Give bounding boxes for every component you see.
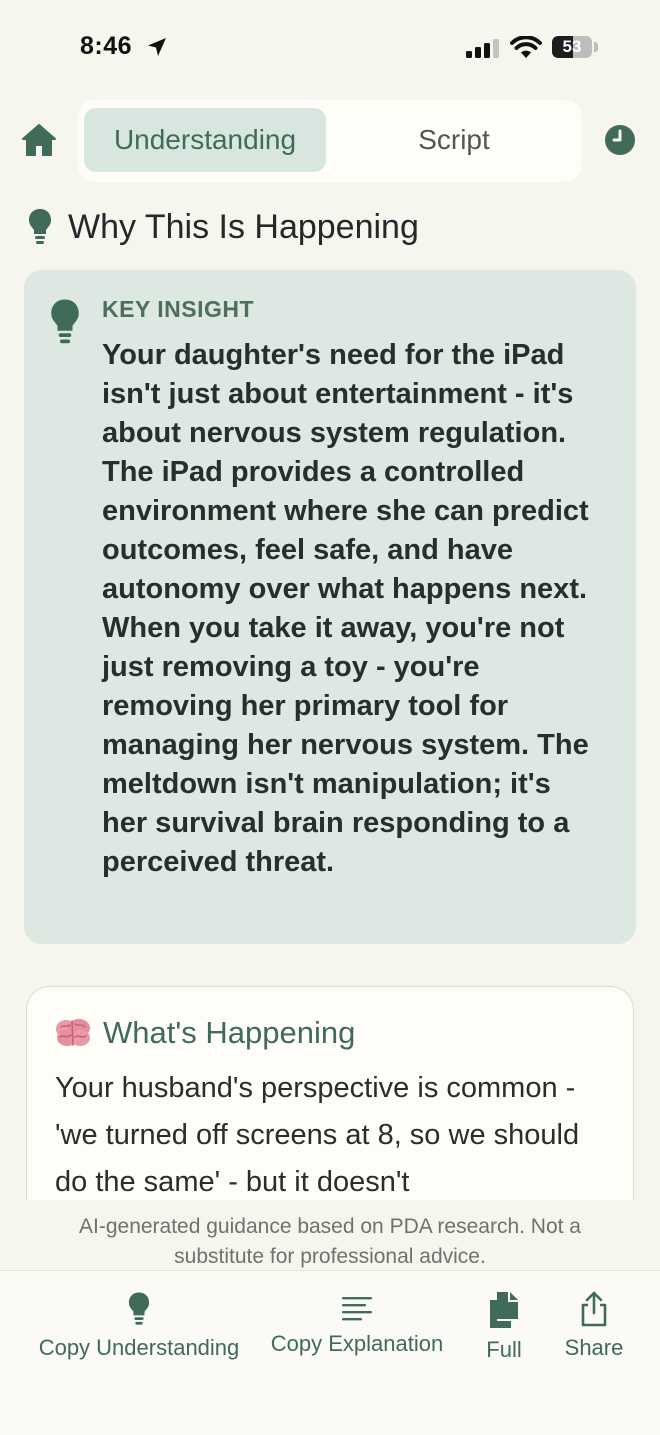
status-bar: 8:46 53	[0, 0, 660, 96]
section-header: Why This Is Happening	[28, 202, 419, 252]
disclaimer-line-1: AI-generated guidance based on PDA resea…	[79, 1215, 581, 1238]
happening-title: What's Happening	[103, 1015, 356, 1050]
share-label: Share	[564, 1335, 624, 1360]
wifi-icon	[510, 36, 542, 58]
copy-full-button[interactable]: Full	[474, 1291, 534, 1363]
status-time: 8:46	[80, 32, 133, 60]
copy-explanation-label: Copy Explanation	[270, 1331, 444, 1356]
full-label: Full	[486, 1337, 522, 1362]
copy-understanding-label: Copy Understanding	[38, 1335, 240, 1360]
copy-explanation-button[interactable]: Copy Explanation	[262, 1291, 452, 1357]
battery-cap	[594, 42, 598, 52]
key-insight-card: KEY INSIGHT Your daughter's need for the…	[24, 270, 636, 944]
brain-icon	[56, 1019, 90, 1046]
bottom-action-bar: Copy Understanding Copy Explanation Full…	[0, 1270, 660, 1435]
share-button[interactable]: Share	[558, 1291, 630, 1361]
whats-happening-card: What's Happening Your husband's perspect…	[26, 986, 634, 1228]
disclaimer: AI-generated guidance based on PDA resea…	[0, 1200, 660, 1270]
insight-label: KEY INSIGHT	[102, 296, 255, 322]
documents-icon	[490, 1292, 518, 1328]
clock-icon[interactable]	[604, 124, 636, 156]
signal-icon	[466, 39, 499, 58]
view-switcher: Understanding Script	[78, 100, 582, 182]
disclaimer-line-2: substitute for professional advice.	[174, 1245, 486, 1268]
location-arrow-icon	[148, 38, 166, 56]
happening-header: What's Happening	[55, 1015, 355, 1051]
tab-script[interactable]: Script	[332, 108, 576, 172]
lightbulb-icon	[128, 1292, 150, 1325]
share-icon	[581, 1291, 607, 1327]
happening-text: Your husband's perspective is common - '…	[55, 1072, 580, 1198]
lightbulb-icon	[51, 299, 79, 344]
home-icon[interactable]	[20, 122, 58, 158]
nav-bar: Understanding Script	[0, 96, 660, 186]
page-title: Why This Is Happening	[68, 207, 419, 246]
text-lines-icon	[342, 1297, 372, 1321]
battery-percentage: 53	[562, 37, 582, 56]
tab-understanding[interactable]: Understanding	[84, 108, 326, 172]
battery-icon: 53	[552, 36, 592, 58]
copy-understanding-button[interactable]: Copy Understanding	[28, 1291, 250, 1361]
lightbulb-icon	[29, 209, 51, 244]
insight-text: Your daughter's need for the iPad isn't …	[102, 339, 589, 878]
